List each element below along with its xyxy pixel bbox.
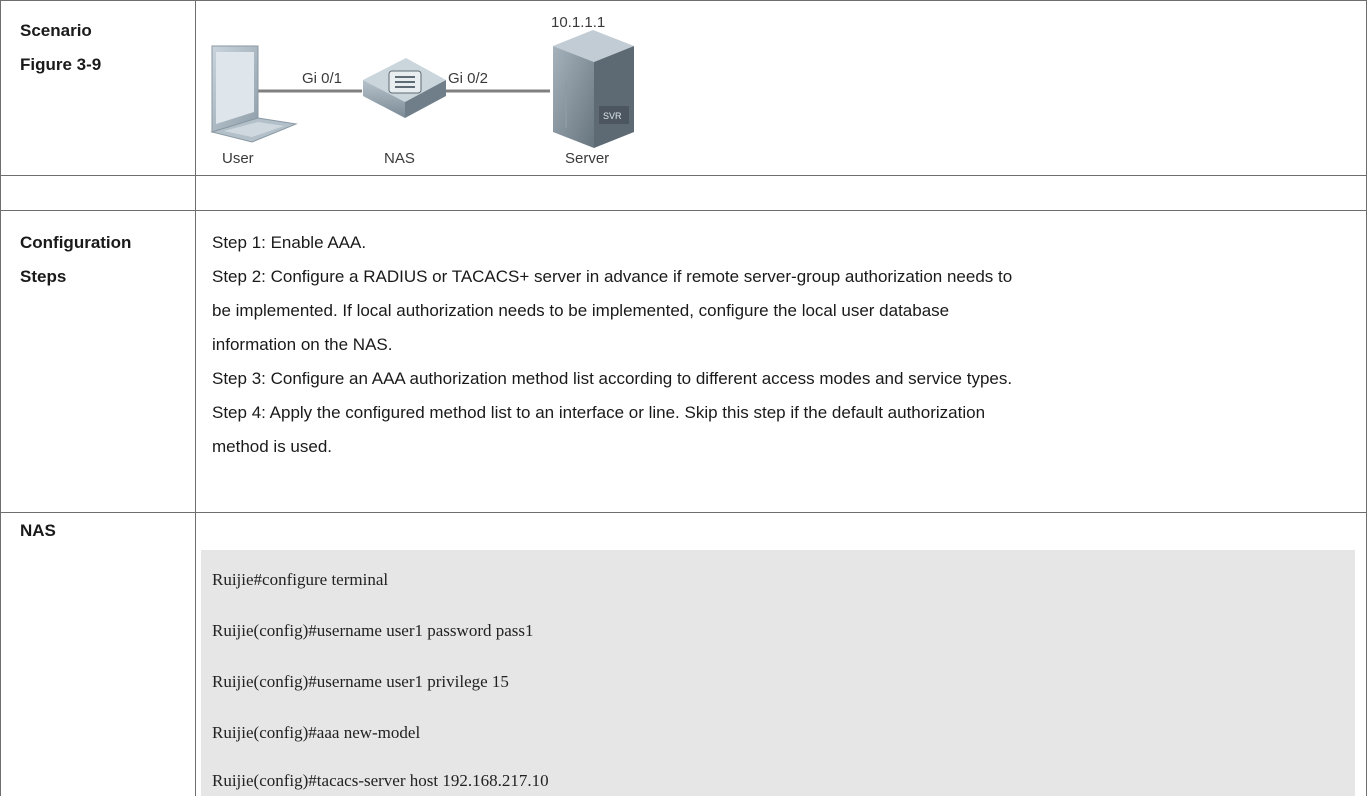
switch-icon (363, 58, 446, 118)
code-line: Ruijie(config)#tacacs-server host 192.16… (212, 771, 549, 790)
laptop-icon (210, 45, 298, 143)
user-label: User (222, 150, 254, 167)
row-divider (0, 175, 1367, 176)
step-line: Step 1: Enable AAA. (212, 233, 367, 252)
code-line: Ruijie(config)#aaa new-model (212, 723, 421, 742)
configuration-label: Configuration (20, 233, 132, 252)
server-ip-label: 10.1.1.1 (551, 14, 606, 31)
step-line: be implemented. If local authorization n… (212, 301, 950, 320)
row-divider (0, 210, 1367, 211)
nas-row-label: NAS (20, 521, 56, 540)
svg-text:SVR: SVR (603, 111, 622, 121)
step-line: information on the NAS. (212, 335, 393, 354)
port-label-gi0-1: Gi 0/1 (302, 70, 343, 87)
column-divider (195, 0, 196, 796)
code-line: Ruijie(config)#username user1 privilege … (212, 672, 509, 691)
port-label-gi0-2: Gi 0/2 (448, 70, 489, 87)
code-line: Ruijie(config)#username user1 password p… (212, 621, 534, 640)
step-line: Step 4: Apply the configured method list… (212, 403, 986, 422)
step-line: Step 3: Configure an AAA authorization m… (212, 369, 1013, 388)
server-icon: SVR (553, 30, 634, 148)
figure-label: Figure 3-9 (20, 55, 102, 74)
step-line: method is used. (212, 437, 333, 456)
scenario-label: Scenario (20, 21, 92, 40)
nas-label: NAS (384, 150, 415, 167)
code-line: Ruijie#configure terminal (212, 570, 389, 589)
table-border-left (0, 0, 1, 796)
server-label: Server (565, 150, 610, 167)
steps-label: Steps (20, 267, 67, 286)
step-line: Step 2: Configure a RADIUS or TACACS+ se… (212, 267, 1013, 286)
network-topology-diagram: SVR 10.1.1.1 Gi 0/1 Gi 0/2 User NAS Serv… (200, 0, 660, 175)
row-divider (0, 512, 1367, 513)
